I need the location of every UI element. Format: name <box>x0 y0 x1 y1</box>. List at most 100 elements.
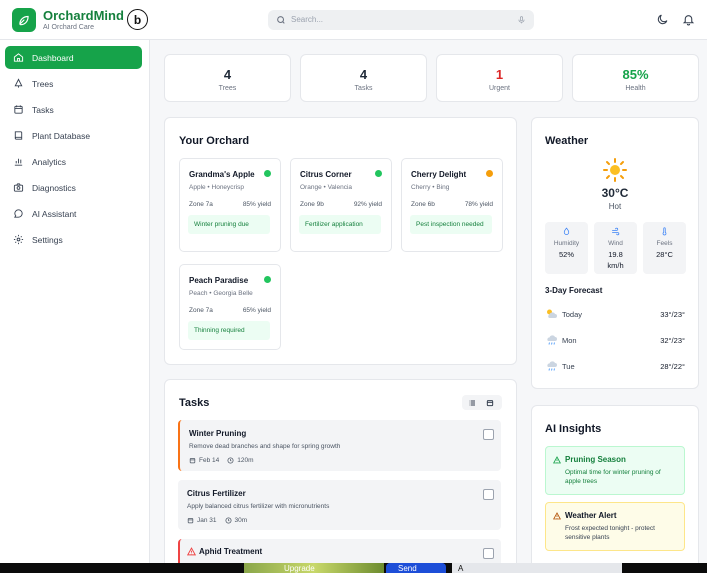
orchard-panel: Your Orchard Grandma's Apple Apple • Hon… <box>164 117 517 365</box>
task-title: Winter Pruning <box>189 429 247 438</box>
insight-card[interactable]: Pruning Season Optimal time for winter p… <box>545 446 685 495</box>
forecast-day: Tue <box>562 362 575 371</box>
thermometer-icon <box>662 227 667 236</box>
droplet-icon <box>563 227 570 235</box>
sidebar-item-label: Analytics <box>32 156 67 167</box>
task-date: Feb 14 <box>199 457 220 464</box>
calendar-view-icon[interactable] <box>486 399 494 407</box>
tree-card[interactable]: Citrus Corner Orange • Valencia Zone 9b … <box>290 158 392 252</box>
weather-panel: Weather 30°C Hot Humidity 52% Wind 19.8 … <box>531 117 699 389</box>
format-toolbar[interactable]: A <box>452 563 622 573</box>
send-button[interactable]: Send <box>386 563 446 573</box>
sidebar-item-label: AI Assistant <box>32 208 77 219</box>
insight-text: Optimal time for winter pruning of apple… <box>565 469 661 486</box>
forecast-day: Today <box>562 310 583 319</box>
task-checkbox[interactable] <box>483 489 494 500</box>
tree-icon <box>14 78 23 88</box>
humidity-value: 52% <box>558 250 574 259</box>
upgrade-button[interactable]: Upgrade <box>244 563 384 573</box>
task-description: Apply balanced citrus fertilizer with mi… <box>187 503 330 510</box>
tree-variety: Orange • Valencia <box>300 184 353 191</box>
tree-card[interactable]: Peach Paradise Peach • Georgia Belle Zon… <box>179 264 281 350</box>
forecast-day: Mon <box>562 336 577 345</box>
task-item[interactable]: Winter Pruning Remove dead branches and … <box>178 420 501 471</box>
tree-name: Cherry Delight <box>411 170 467 179</box>
task-duration: 120m <box>237 457 254 464</box>
microphone-icon[interactable] <box>517 15 526 25</box>
sun-icon <box>603 158 627 182</box>
search-input[interactable]: Search... <box>291 15 323 24</box>
tree-zone: Zone 9b <box>300 201 324 208</box>
info-triangle-icon <box>553 456 561 464</box>
forecast-temp: 32°/23° <box>660 336 685 345</box>
task-date: Jan 31 <box>197 517 217 524</box>
tree-card[interactable]: Cherry Delight Cherry • Bing Zone 6b 78%… <box>401 158 503 252</box>
forecast-row: Tue 28°/22° <box>545 360 685 374</box>
clock-icon <box>227 457 234 464</box>
clock-icon <box>225 517 232 524</box>
book-icon <box>14 131 23 140</box>
task-checkbox[interactable] <box>483 429 494 440</box>
sidebar-item-dashboard[interactable]: Dashboard <box>5 46 142 69</box>
feels-label: Feels <box>656 240 673 247</box>
forecast-row: Today 33°/23° <box>545 308 685 322</box>
forecast-temp: 28°/22° <box>660 362 685 371</box>
tree-status-dot <box>264 170 271 177</box>
orchard-title: Your Orchard <box>179 135 250 147</box>
weather-title: Weather <box>545 135 589 147</box>
b-badge-icon[interactable]: b <box>127 9 148 30</box>
forecast-temp: 33°/23° <box>660 310 685 319</box>
tasks-title: Tasks <box>179 397 210 409</box>
task-meta: Feb 14 120m <box>189 457 254 464</box>
stat-label: Tasks <box>354 85 373 92</box>
sidebar-item-analytics[interactable]: Analytics <box>5 150 142 173</box>
leaf-logo-icon[interactable] <box>12 8 36 32</box>
stat-label: Urgent <box>488 85 510 92</box>
sidebar: Dashboard Trees Tasks Plant Database Ana… <box>0 40 150 573</box>
sidebar-item-diagnostics[interactable]: Diagnostics <box>5 176 142 199</box>
stat-value: 4 <box>223 67 232 82</box>
tree-task-badge: Pest inspection needed <box>410 215 492 235</box>
sidebar-item-tasks[interactable]: Tasks <box>5 98 142 121</box>
wind-value: 19.8 km/h <box>607 250 624 270</box>
font-format-icon[interactable]: A <box>458 563 463 573</box>
tree-zone: Zone 6b <box>411 201 435 208</box>
task-item[interactable]: Citrus Fertilizer Apply balanced citrus … <box>178 480 501 530</box>
calendar-icon <box>187 518 194 524</box>
task-checkbox[interactable] <box>483 548 494 559</box>
camera-icon <box>13 183 24 192</box>
app-name: OrchardMind <box>43 8 124 23</box>
sidebar-item-label: Trees <box>32 78 54 89</box>
gear-icon <box>13 234 24 245</box>
stat-value: 1 <box>495 67 504 82</box>
tasks-panel: Tasks Winter Pruning Remove dead branche… <box>164 379 517 573</box>
tree-task-badge: Thinning required <box>188 321 270 341</box>
tree-variety: Apple • Honeycrisp <box>189 184 245 191</box>
wind-label: Wind <box>608 240 623 247</box>
insight-card[interactable]: Weather Alert Frost expected tonight - p… <box>545 502 685 551</box>
sidebar-item-ai-assistant[interactable]: AI Assistant <box>5 202 142 225</box>
tree-yield: 65% yield <box>242 307 271 314</box>
sidebar-item-trees[interactable]: Trees <box>5 72 142 95</box>
bottom-overlay-bar: Upgrade Send A <box>0 563 707 573</box>
tree-zone: Zone 7a <box>189 201 213 208</box>
dark-mode-moon-icon[interactable] <box>656 13 669 26</box>
search-icon <box>277 16 285 24</box>
forecast-title: 3-Day Forecast <box>545 286 603 295</box>
sidebar-item-settings[interactable]: Settings <box>5 228 142 251</box>
view-toggle <box>462 395 502 410</box>
tree-variety: Peach • Georgia Belle <box>189 290 253 297</box>
tree-name: Grandma's Apple <box>189 170 255 179</box>
notification-bell-icon[interactable] <box>682 13 695 26</box>
tree-card[interactable]: Grandma's Apple Apple • Honeycrisp Zone … <box>179 158 281 252</box>
list-view-icon[interactable] <box>468 399 476 407</box>
sidebar-item-label: Diagnostics <box>32 182 76 193</box>
search-bar[interactable]: Search... <box>268 10 534 30</box>
sidebar-item-plant-database[interactable]: Plant Database <box>5 124 142 147</box>
sidebar-item-label: Plant Database <box>32 130 91 141</box>
forecast-row: Mon 32°/23° <box>545 334 685 348</box>
humidity-label: Humidity <box>553 240 580 247</box>
tree-task-badge: Fertilizer application <box>299 215 381 235</box>
insight-title: Pruning Season <box>565 455 626 464</box>
tree-yield: 92% yield <box>353 201 382 208</box>
